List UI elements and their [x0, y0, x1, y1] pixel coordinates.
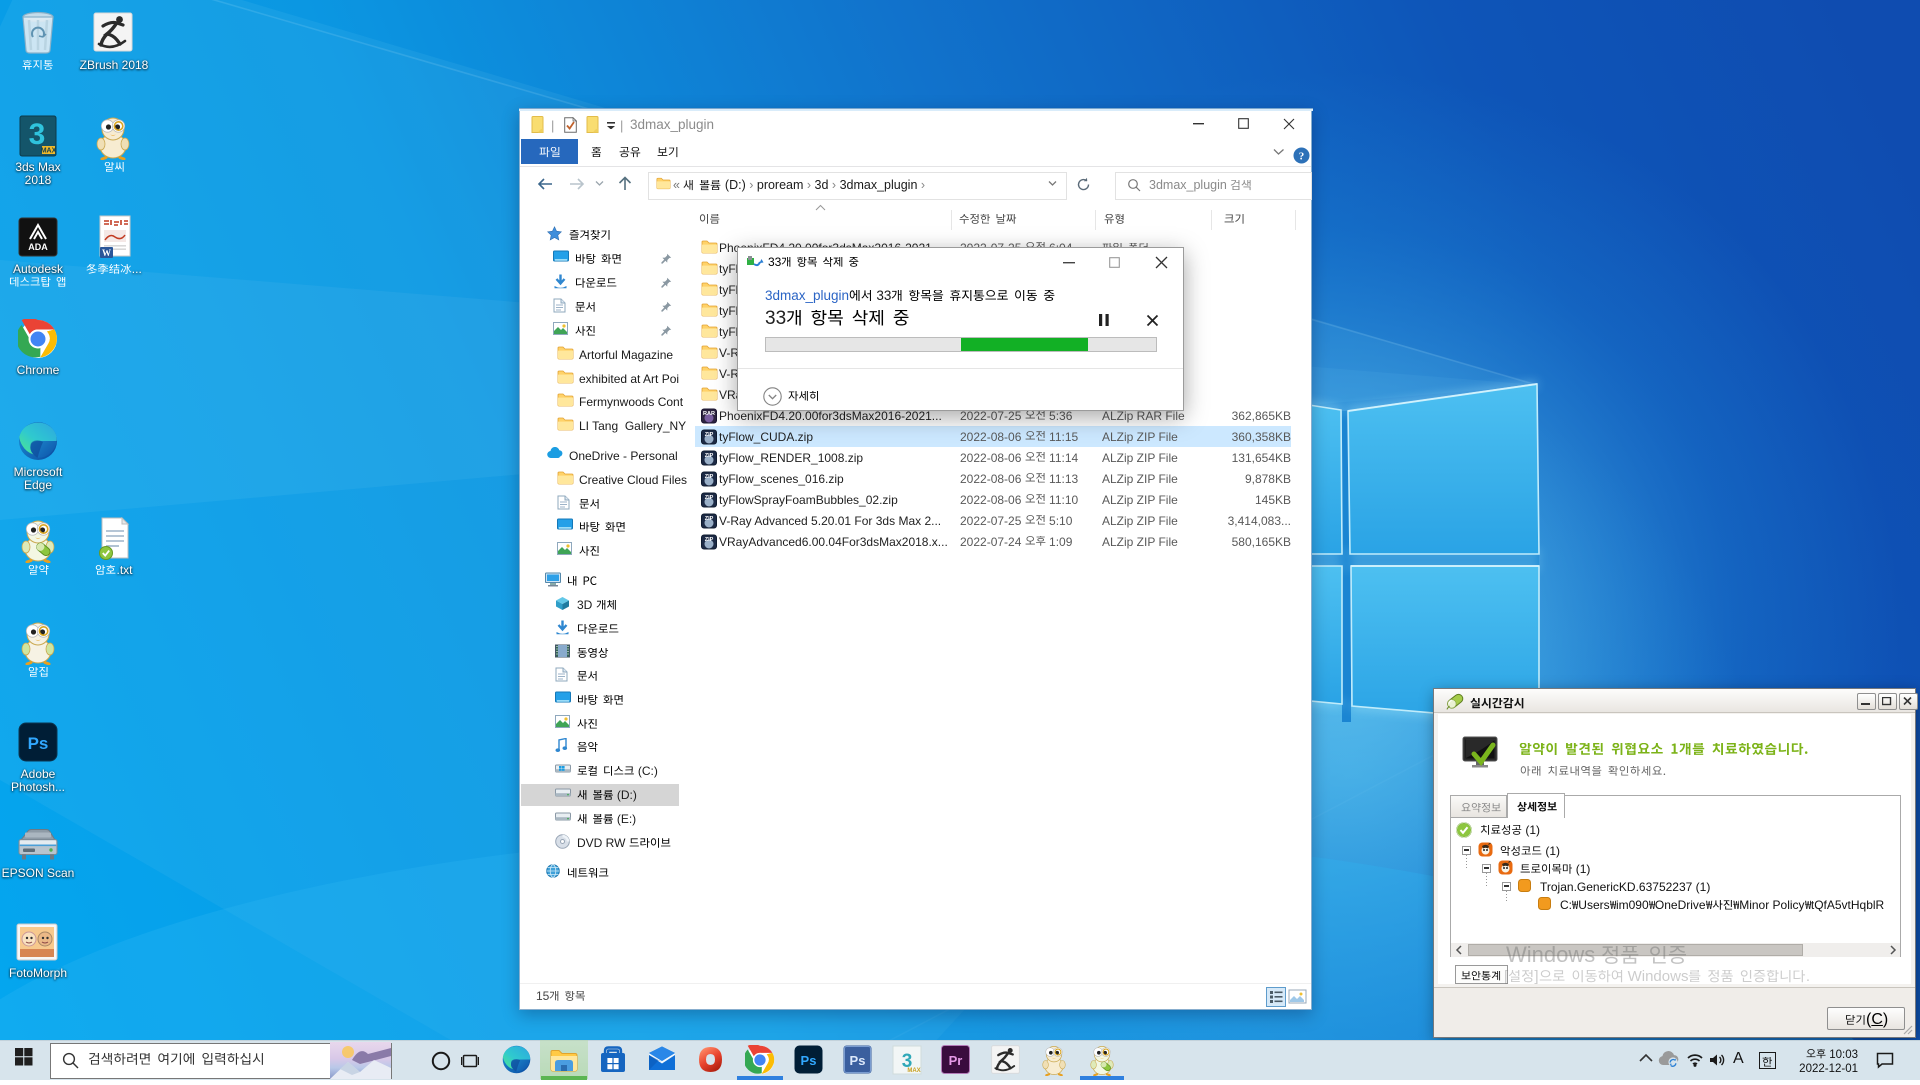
svg-text:ZIP: ZIP	[705, 537, 714, 543]
svg-text:Pr: Pr	[949, 1053, 963, 1068]
svg-text:MAX: MAX	[907, 1068, 920, 1074]
svg-text:Ps: Ps	[801, 1053, 817, 1068]
svg-text:ZIP: ZIP	[705, 474, 714, 480]
svg-text:RAR: RAR	[703, 411, 715, 417]
svg-text:?: ?	[1299, 151, 1305, 163]
svg-text:ADA: ADA	[28, 242, 48, 252]
svg-text:W: W	[102, 248, 111, 258]
svg-text:ZIP: ZIP	[705, 516, 714, 522]
svg-text:ZIP: ZIP	[705, 453, 714, 459]
svg-text:Ps: Ps	[850, 1053, 866, 1068]
svg-text:ZIP: ZIP	[705, 495, 714, 501]
svg-text:MAX: MAX	[41, 148, 57, 155]
svg-text:Ps: Ps	[28, 734, 49, 753]
svg-text:ZIP: ZIP	[705, 432, 714, 438]
